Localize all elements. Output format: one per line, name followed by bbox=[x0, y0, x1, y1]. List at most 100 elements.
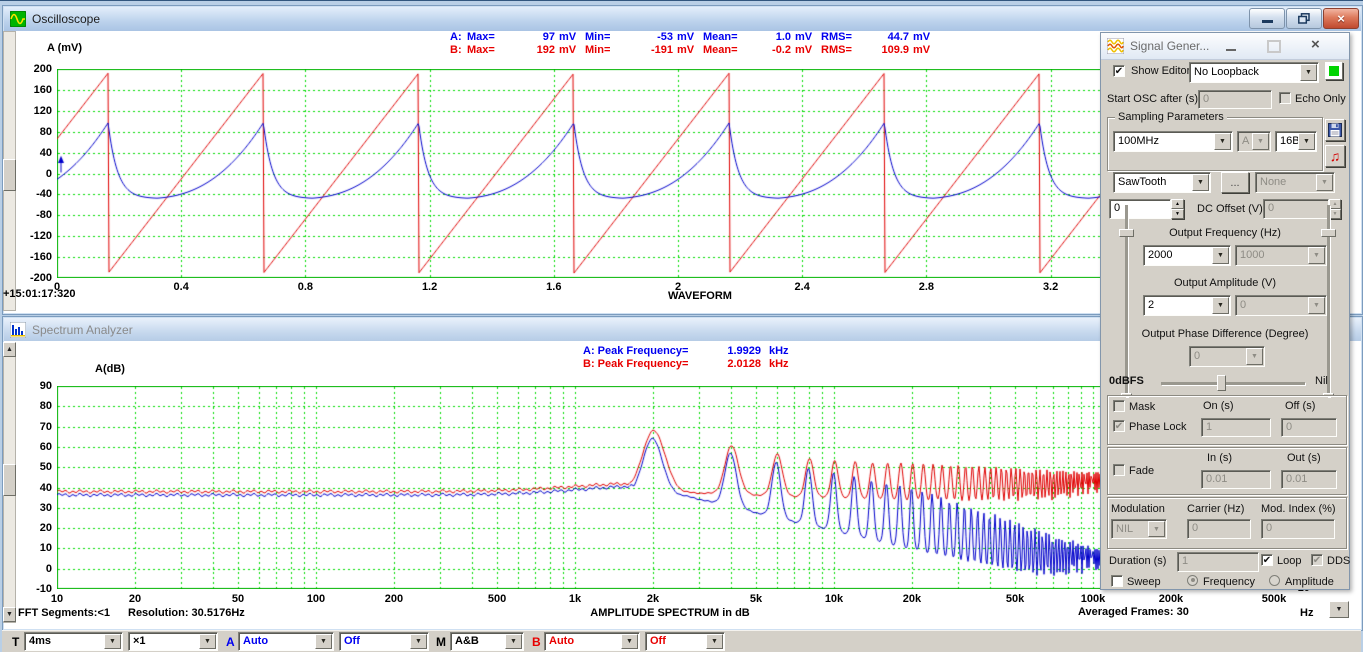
loop-label: Loop bbox=[1277, 555, 1301, 567]
duration-label: Duration (s) bbox=[1109, 555, 1166, 567]
tick-label: 100 bbox=[292, 593, 340, 605]
level-slider-thumb[interactable] bbox=[1217, 375, 1226, 391]
dc-offset-spinner[interactable]: ▲ ▼ bbox=[1329, 199, 1341, 219]
fade-in-input[interactable]: 0.01 bbox=[1201, 470, 1271, 489]
phase-select[interactable]: 0▼ bbox=[1189, 346, 1265, 367]
stats-row: B:Max=192mVMin=-191mVMean=-0.2mVRMS=109.… bbox=[450, 44, 939, 57]
start-osc-input[interactable]: 0 bbox=[1198, 90, 1272, 109]
chevron-down-icon: ▼ bbox=[1316, 174, 1333, 191]
save-button[interactable] bbox=[1325, 119, 1345, 141]
tick-label: -40 bbox=[14, 188, 52, 200]
sampling-bits-select[interactable]: 16Bit▼ bbox=[1275, 131, 1317, 152]
tick-label: 20 bbox=[14, 522, 52, 534]
wave-type-select[interactable]: SawTooth▼ bbox=[1113, 172, 1211, 193]
tick-label: -80 bbox=[14, 209, 52, 221]
time-range-select[interactable]: 4ms▼ bbox=[24, 632, 123, 651]
tick-label: 2.4 bbox=[782, 281, 822, 293]
oscilloscope-titlebar[interactable]: Oscilloscope bbox=[4, 7, 1361, 32]
carrier-input[interactable]: 0 bbox=[1187, 519, 1251, 539]
scroll-up-button[interactable]: ▲ bbox=[3, 342, 16, 357]
frequency-b-select[interactable]: 1000▼ bbox=[1235, 245, 1327, 266]
mod-index-input[interactable]: 0 bbox=[1261, 519, 1335, 539]
maximize-icon bbox=[1267, 40, 1281, 53]
mask-checkbox[interactable] bbox=[1113, 400, 1125, 412]
modulation-select[interactable]: NIL▼ bbox=[1111, 519, 1167, 539]
multiplier-select[interactable]: ×1▼ bbox=[128, 632, 218, 651]
tick-label: 2 bbox=[658, 281, 698, 293]
amplitude-a-select[interactable]: 2▼ bbox=[1143, 295, 1231, 316]
sampling-rate-select[interactable]: 100MHz▼ bbox=[1113, 131, 1233, 152]
check-icon: ✔ bbox=[1115, 421, 1123, 432]
application-window: Oscilloscope × A (mV) A:Max=97mVMin=-53m… bbox=[0, 0, 1363, 652]
fade-out-input[interactable]: 0.01 bbox=[1281, 470, 1337, 489]
loopback-select[interactable]: No Loopback▼ bbox=[1189, 62, 1319, 83]
value-input[interactable]: 0 bbox=[1109, 199, 1171, 219]
dds-checkbox[interactable]: ✔ bbox=[1311, 554, 1323, 566]
more-options-label: ... bbox=[1230, 177, 1239, 189]
tick-label: 50 bbox=[14, 461, 52, 473]
oscilloscope-icon bbox=[10, 11, 26, 27]
window-select[interactable]: None▼ bbox=[1255, 172, 1335, 193]
tick-label: 5k bbox=[732, 593, 780, 605]
tone-editor-button[interactable]: ♫ bbox=[1325, 145, 1345, 167]
spectrum-y-axis-label: A(dB) bbox=[95, 363, 125, 375]
signal-generator-titlebar[interactable]: Signal Gener... × bbox=[1101, 33, 1349, 60]
music-note-icon: ♫ bbox=[1330, 148, 1341, 164]
tick-label: 1.6 bbox=[534, 281, 574, 293]
chevron-down-icon: ▼ bbox=[505, 634, 522, 649]
sg-maximize-button[interactable] bbox=[1267, 40, 1281, 58]
tick-label: 200 bbox=[14, 63, 52, 75]
sg-minimize-button[interactable] bbox=[1223, 38, 1239, 54]
fade-checkbox[interactable] bbox=[1113, 464, 1125, 476]
chevron-down-icon: ▼ bbox=[1148, 521, 1165, 537]
tick-label: 50 bbox=[214, 593, 262, 605]
scope-y-axis-label: A (mV) bbox=[47, 42, 82, 54]
dc-offset-input[interactable]: 0 bbox=[1263, 199, 1329, 219]
tick-label: 160 bbox=[14, 84, 52, 96]
modulation-label: Modulation bbox=[1111, 503, 1165, 515]
stats-row: A:Max=97mVMin=-53mVMean=1.0mVRMS=44.7mV bbox=[450, 31, 939, 44]
sg-close-button[interactable]: × bbox=[1311, 36, 1320, 53]
tick-label: 120 bbox=[14, 105, 52, 117]
tick-label: 10 bbox=[14, 542, 52, 554]
scroll-down-button[interactable]: ▼ bbox=[3, 607, 16, 622]
b-trigger-select[interactable]: Auto▼ bbox=[544, 632, 640, 651]
a-trigger-select[interactable]: Auto▼ bbox=[238, 632, 334, 651]
signal-generator-window: Signal Gener... × ✔ Show Editor No Loopb… bbox=[1100, 32, 1350, 590]
mask-on-input[interactable]: 1 bbox=[1201, 418, 1271, 437]
value-spinner[interactable]: ▲ ▼ bbox=[1171, 199, 1184, 219]
phase-lock-checkbox[interactable]: ✔ bbox=[1113, 420, 1125, 432]
sweep-frequency-radio[interactable] bbox=[1187, 575, 1198, 586]
right-axis-dropdown-button[interactable]: ▼ bbox=[1329, 601, 1349, 618]
show-editor-checkbox[interactable]: ✔ bbox=[1113, 65, 1125, 77]
view-mode-select[interactable]: A&B▼ bbox=[450, 632, 524, 651]
minimize-icon bbox=[1226, 49, 1236, 51]
level-slider[interactable] bbox=[1161, 382, 1305, 385]
close-button[interactable]: × bbox=[1323, 8, 1359, 29]
tick-label: -120 bbox=[14, 230, 52, 242]
fade-label: Fade bbox=[1129, 465, 1154, 477]
tick-label: 0 bbox=[14, 168, 52, 180]
frequency-a-select[interactable]: 2000▼ bbox=[1143, 245, 1231, 266]
loop-checkbox[interactable]: ✔ bbox=[1261, 554, 1273, 566]
b-coupling-select[interactable]: Off▼ bbox=[645, 632, 725, 651]
a-coupling-select[interactable]: Off▼ bbox=[339, 632, 429, 651]
echo-only-checkbox[interactable] bbox=[1279, 92, 1291, 104]
dds-label: DDS bbox=[1327, 555, 1350, 567]
tick-label: 1.2 bbox=[410, 281, 450, 293]
oscilloscope-title: Oscilloscope bbox=[32, 12, 100, 26]
tick-label: 20 bbox=[111, 593, 159, 605]
duration-input[interactable]: 1 bbox=[1177, 552, 1259, 572]
sampling-channel-select[interactable]: A▼ bbox=[1237, 131, 1271, 152]
more-options-button[interactable]: ... bbox=[1221, 172, 1249, 193]
amplitude-b-select[interactable]: 0▼ bbox=[1235, 295, 1327, 316]
restore-button[interactable] bbox=[1286, 8, 1322, 29]
mode-label: M bbox=[436, 635, 446, 649]
minimize-button[interactable] bbox=[1249, 8, 1285, 29]
mask-off-input[interactable]: 0 bbox=[1281, 418, 1337, 437]
run-indicator-button[interactable] bbox=[1325, 62, 1343, 80]
tick-label: 0 bbox=[14, 563, 52, 575]
sweep-checkbox[interactable] bbox=[1111, 575, 1123, 587]
sweep-amplitude-radio[interactable] bbox=[1269, 575, 1280, 586]
restore-icon bbox=[1298, 13, 1310, 24]
